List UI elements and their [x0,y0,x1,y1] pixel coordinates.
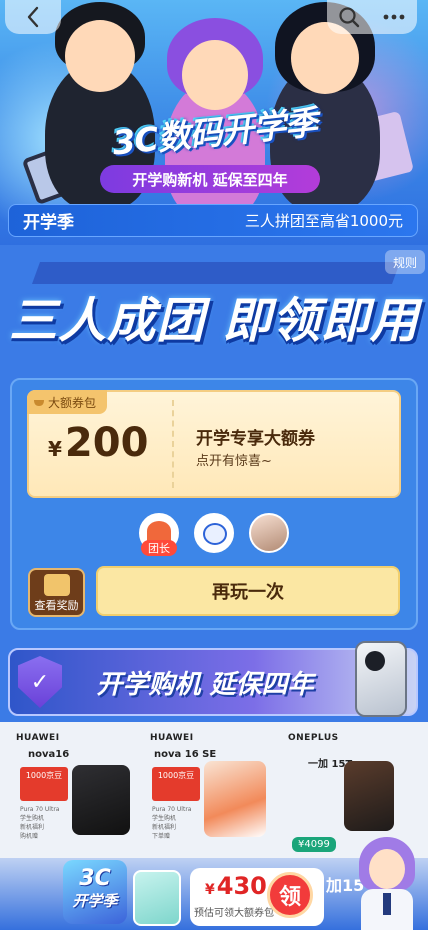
bottom-coupon-text: 预估可领大额券包 [194,908,274,919]
more-dots-icon [383,14,405,20]
rules-button[interactable]: 规则 [385,250,425,274]
bowl-icon [34,400,44,406]
team-member-avatar-jd[interactable] [194,513,234,553]
page: 3C数码开学季 开学购新机 延保至四年 开学季 三人拼团至高省1000元 规则 … [0,0,428,930]
bottom-phone-thumbnail [133,870,181,926]
jd-dog-icon [203,523,227,545]
claim-button[interactable]: 领 [267,872,313,918]
product-specs: Pura 70 Ultra 学生购机 新机福利 下单赠 [152,806,192,840]
promo-bar-label: 开学季 [23,213,74,233]
product-specs: Pura 70 Ultra 学生购机 新机福利 购机赠 [20,806,60,840]
play-again-button[interactable]: 再玩一次 [96,566,400,616]
team-leader-badge: 团长 [141,540,177,556]
mascot-girl [355,835,419,930]
search-button[interactable] [327,0,371,34]
gift-icon [44,574,70,596]
team-member-avatar-user[interactable] [249,513,289,553]
product-brand: HUAWEI [150,733,194,743]
product-brand: HUAWEI [16,733,60,743]
promo-bar: 开学季 三人拼团至高省1000元 [8,204,418,237]
promo-bar-offer: 三人拼团至高省1000元 [244,212,403,230]
product-brand: ONEPLUS [288,733,339,743]
search-icon [339,7,360,28]
back-button[interactable] [5,0,61,34]
product-model: nova16 [28,749,70,760]
bottom-coupon-amount: ¥430 [205,872,267,900]
product-sticker: 1000京豆 [20,767,68,801]
product-image [344,761,394,831]
product-price: ¥4099 [292,837,336,852]
phone-illustration [355,641,407,717]
event-subtitle: 开学购新机 延保至四年 [100,165,320,193]
product-sticker: 1000京豆 [152,767,200,801]
coupon-description: 点开有惊喜~ [196,454,272,469]
coupon-amount-value: 200 [64,420,149,466]
product-image [72,765,130,835]
chevron-left-icon [27,6,39,28]
coupon-divider [172,400,174,488]
warranty-banner-text: 开学购机 延保四年 [96,669,314,700]
product-card-nova16[interactable]: HUAWEI nova16 1000京豆 Pura 70 Ultra 学生购机 新机… [10,727,145,840]
currency-symbol: ¥ [48,437,62,461]
view-reward-button[interactable]: 查看奖励 [28,568,85,617]
event-logo[interactable]: 3C 开学季 [63,860,127,924]
coupon-amount: ¥200 [48,420,148,466]
product-card-oneplus[interactable]: ONEPLUS 一加 15T ¥4099 [286,727,421,852]
product-image [204,761,266,837]
view-reward-label: 查看奖励 [34,599,79,612]
product-model: nova 16 SE [154,749,217,760]
coupon-title: 开学专享大额券 [196,429,315,449]
more-button[interactable] [371,0,417,34]
group-buy-title: 三人成团 即领即用 [9,293,419,349]
product-card-nova16se[interactable]: HUAWEI nova 16 SE 1000京豆 Pura 70 Ultra 学生… [148,727,283,840]
coupon-tag: 大额券包 [27,390,107,414]
coupon-tag-label: 大额券包 [48,395,97,410]
